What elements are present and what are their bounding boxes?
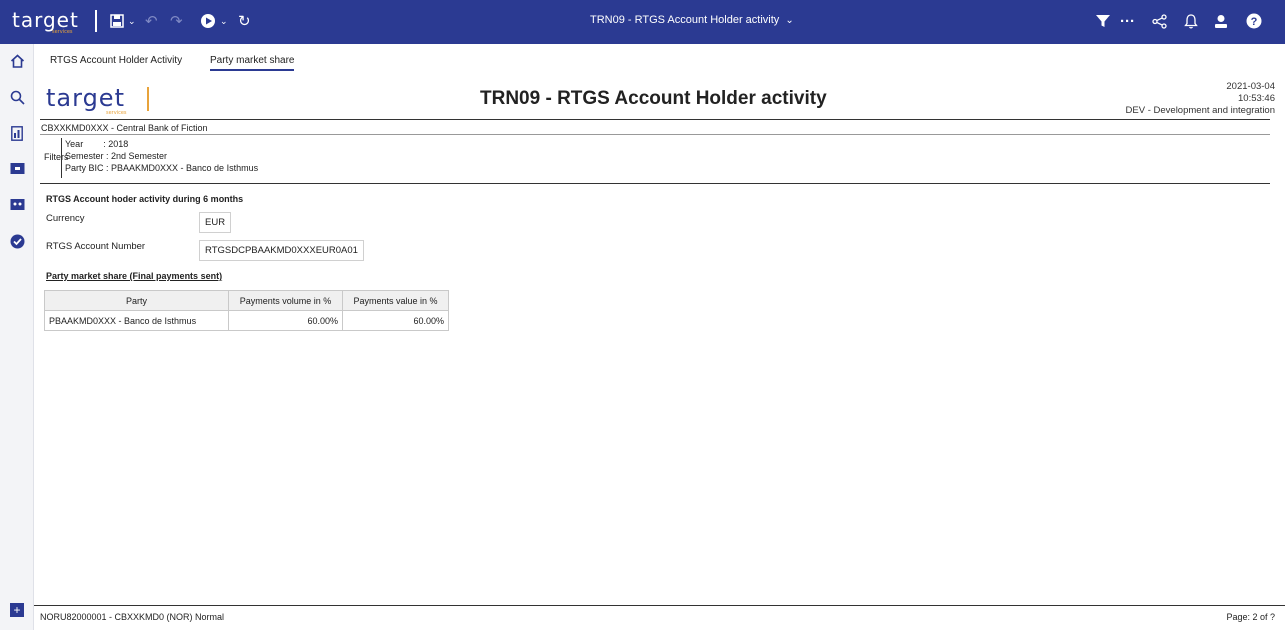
app-logo: target services: [12, 8, 79, 35]
filter-semester: Semester : 2nd Semester: [65, 151, 168, 161]
tab-party-market-share[interactable]: Party market share: [210, 55, 295, 71]
cell-volume: 60.00%: [228, 310, 343, 331]
bell-icon[interactable]: [1184, 10, 1198, 32]
folder-icon[interactable]: [0, 162, 34, 175]
section-title: RTGS Account hoder activity during 6 mon…: [46, 194, 244, 204]
tab-rtgs-account-holder-activity[interactable]: RTGS Account Holder Activity: [50, 55, 182, 66]
table-row: PBAAKMD0XXX - Banco de Isthmus 60.00% 60…: [44, 310, 449, 331]
check-icon[interactable]: [0, 234, 34, 249]
run-menu-chevron-icon[interactable]: ⌄: [220, 10, 228, 32]
filters-box: Year : 2018 Semester : 2nd Semester Part…: [61, 138, 258, 178]
column-header-party: Party: [44, 290, 229, 311]
add-icon[interactable]: +: [10, 603, 24, 617]
filter-year: Year : 2018: [65, 139, 129, 149]
share-icon[interactable]: [1152, 10, 1167, 32]
bank-label: CBXXKMD0XXX - Central Bank of Fiction: [41, 123, 208, 133]
refresh-icon[interactable]: ↻: [238, 10, 251, 32]
logo-divider: [95, 10, 97, 32]
report-time: 10:53:46: [1238, 93, 1275, 104]
currency-value: EUR: [199, 212, 232, 233]
team-folder-icon[interactable]: [0, 198, 34, 211]
top-bar: target services ⌄ ↶ ↷ ⌄ ↻ TRN09 - RTGS A…: [0, 0, 1285, 44]
report-tabs: RTGS Account Holder Activity Party marke…: [34, 44, 1285, 74]
cell-party: PBAAKMD0XXX - Banco de Isthmus: [44, 310, 229, 331]
cell-value: 60.00%: [342, 310, 449, 331]
account-number-label: RTGS Account Number: [46, 241, 146, 252]
currency-label: Currency: [46, 213, 85, 224]
report-environment: DEV - Development and integration: [1125, 105, 1275, 116]
bank-divider: [40, 134, 1270, 135]
report-logo-divider: [147, 87, 149, 111]
window-title[interactable]: TRN09 - RTGS Account Holder activity ⌄: [590, 14, 794, 26]
footer-info: NORU82000001 - CBXXKMD0 (NOR) Normal: [40, 612, 225, 622]
report-logo-sub: services: [106, 110, 127, 116]
save-menu-chevron-icon[interactable]: ⌄: [128, 10, 136, 32]
report-meta: 2021-03-04 10:53:46 DEV - Development an…: [1126, 81, 1275, 117]
column-header-volume: Payments volume in %: [228, 290, 343, 311]
help-icon[interactable]: ?: [1246, 10, 1262, 32]
title-chevron-icon: ⌄: [785, 15, 794, 26]
more-icon[interactable]: ···: [1120, 10, 1135, 32]
user-icon[interactable]: [1214, 10, 1228, 32]
filters-divider: [40, 183, 1270, 184]
run-icon[interactable]: [200, 10, 216, 32]
report-icon[interactable]: [0, 126, 34, 141]
undo-icon[interactable]: ↶: [145, 10, 158, 32]
report-date: 2021-03-04: [1226, 81, 1275, 92]
header-divider: [40, 119, 1270, 120]
app-logo-sub: services: [52, 29, 73, 35]
page-indicator: Page: 2 of ?: [1226, 612, 1275, 622]
redo-icon[interactable]: ↷: [170, 10, 183, 32]
market-share-table: Party Payments volume in % Payments valu…: [44, 290, 449, 331]
home-icon[interactable]: [0, 54, 34, 68]
svg-text:?: ?: [1251, 16, 1258, 28]
sidebar: +: [0, 44, 34, 630]
report-title: TRN09 - RTGS Account Holder activity: [480, 88, 827, 109]
table-header-row: Party Payments volume in % Payments valu…: [44, 290, 449, 311]
save-icon[interactable]: [110, 10, 124, 32]
search-icon[interactable]: [0, 90, 34, 105]
report-footer: NORU82000001 - CBXXKMD0 (NOR) Normal Pag…: [34, 605, 1285, 630]
account-number-value: RTGSDCPBAAKMD0XXXEUR0A01: [199, 240, 364, 261]
filter-icon[interactable]: [1096, 10, 1110, 32]
report-logo: target services: [46, 84, 127, 116]
column-header-value: Payments value in %: [342, 290, 449, 311]
market-share-title: Party market share (Final payments sent): [46, 271, 223, 281]
filter-party-bic: Party BIC : PBAAKMD0XXX - Banco de Isthm…: [65, 163, 259, 173]
